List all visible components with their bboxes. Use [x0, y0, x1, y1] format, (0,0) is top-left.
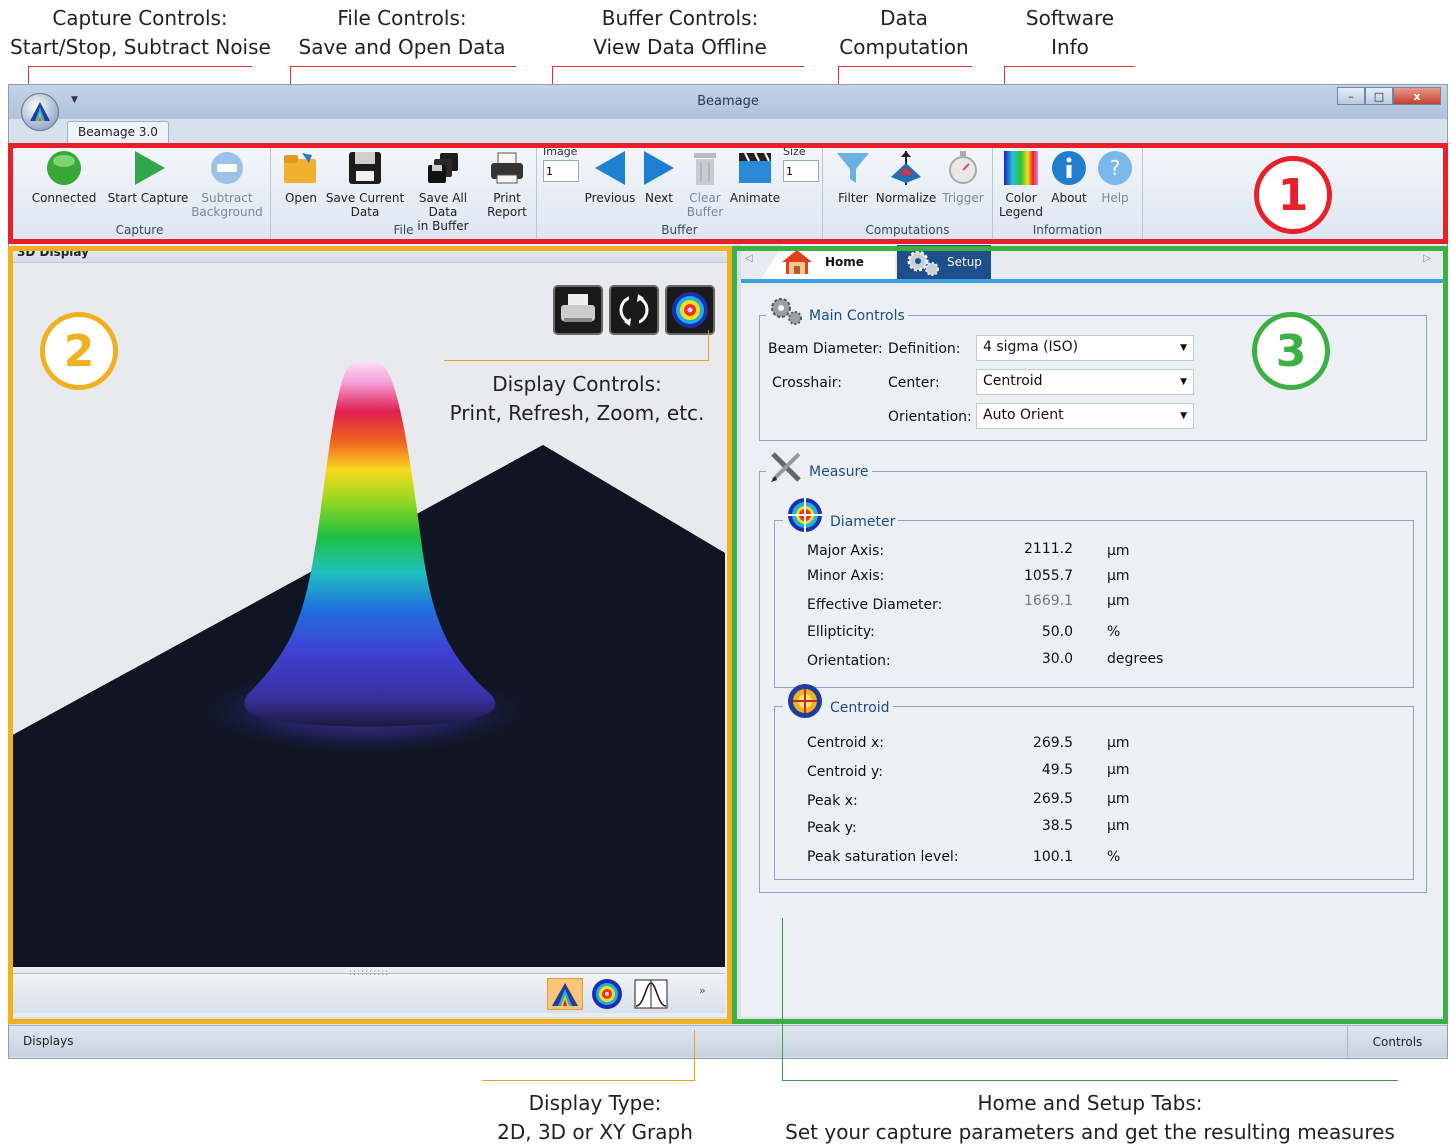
leader-line — [782, 1080, 1398, 1081]
status-bar: Displays Controls — [9, 1025, 1447, 1058]
annotation-display-type: Display Type: 2D, 3D or XY Graph — [497, 1091, 693, 1144]
controls-status-tab[interactable]: Controls — [1347, 1026, 1447, 1058]
badge-3: 3 — [1252, 312, 1330, 390]
title-bar: ▼ Beamage – □ x — [9, 85, 1447, 119]
window-buttons: – □ x — [1337, 87, 1441, 105]
annotation-data-computation: Data Computation — [839, 6, 969, 59]
leader-line — [290, 66, 516, 67]
app-tabstrip: Beamage 3.0 — [9, 119, 1447, 143]
annotation-home-setup-tabs: Home and Setup Tabs: Set your capture pa… — [785, 1091, 1395, 1144]
leader-line — [782, 918, 783, 1080]
leader-line — [28, 66, 252, 67]
annotation-software-info: Software Info — [1025, 6, 1115, 59]
leader-line — [838, 66, 972, 67]
leader-line — [552, 66, 804, 67]
highlight-frame-controls — [732, 246, 1448, 1024]
leader-line — [1004, 66, 1134, 67]
close-button[interactable]: x — [1393, 87, 1441, 105]
highlight-frame-ribbon — [8, 143, 1448, 244]
leader-line — [444, 360, 708, 361]
leader-line — [482, 1080, 694, 1081]
maximize-button[interactable]: □ — [1365, 87, 1393, 105]
highlight-frame-display — [8, 246, 732, 1024]
displays-status-tab[interactable]: Displays — [23, 1034, 73, 1048]
minimize-button[interactable]: – — [1337, 87, 1365, 105]
leader-line — [694, 1030, 695, 1081]
tab-beamage[interactable]: Beamage 3.0 — [67, 121, 169, 143]
annotation-buffer-controls: Buffer Controls: View Data Offline — [593, 6, 767, 59]
beam-logo-icon — [30, 102, 50, 121]
badge-1: 1 — [1254, 156, 1332, 234]
annotation-display-controls: Display Controls: Print, Refresh, Zoom, … — [449, 372, 705, 425]
application-menu-button[interactable] — [21, 93, 59, 131]
leader-line — [708, 330, 709, 361]
annotation-capture-controls: Capture Controls: Start/Stop, Subtract N… — [10, 6, 271, 59]
badge-2: 2 — [40, 312, 118, 390]
annotation-file-controls: File Controls: Save and Open Data — [298, 6, 506, 59]
window-title: Beamage — [697, 94, 759, 109]
